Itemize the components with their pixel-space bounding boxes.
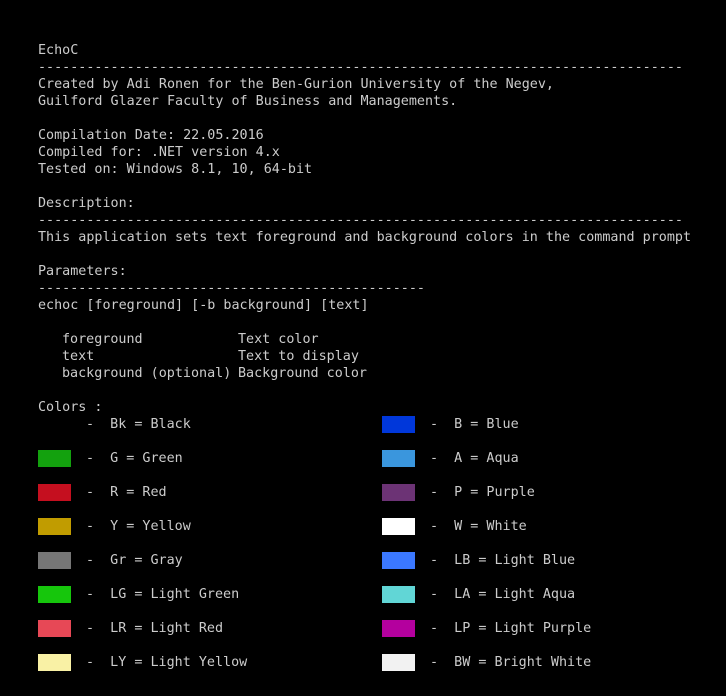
color-label: - Gr = Gray <box>86 553 183 568</box>
color-label: - A = Aqua <box>430 451 519 466</box>
param-name: foreground <box>62 332 143 347</box>
compiled-for: Compiled for: .NET version 4.x <box>38 145 280 160</box>
color-label: - LP = Light Purple <box>430 621 592 636</box>
description-text: This application sets text foreground an… <box>38 230 692 245</box>
color-swatch <box>382 654 415 671</box>
compilation-date: Compilation Date: 22.05.2016 <box>38 128 264 143</box>
param-desc: Text color <box>238 332 319 347</box>
color-swatch <box>382 416 415 433</box>
color-label: - W = White <box>430 519 527 534</box>
color-swatch <box>38 484 71 501</box>
color-swatch <box>38 518 71 535</box>
color-label: - G = Green <box>86 451 183 466</box>
param-desc: Text to display <box>238 349 359 364</box>
color-swatch <box>38 620 71 637</box>
color-label: - LA = Light Aqua <box>430 587 576 602</box>
color-swatch <box>38 586 71 603</box>
color-swatch <box>382 552 415 569</box>
color-label: - R = Red <box>86 485 167 500</box>
parameters-heading: Parameters: <box>38 264 127 279</box>
color-swatch <box>382 484 415 501</box>
tested-on: Tested on: Windows 8.1, 10, 64-bit <box>38 162 313 177</box>
usage-line: echoc [foreground] [-b background] [text… <box>38 298 369 313</box>
color-swatch <box>38 416 71 433</box>
color-label: - Y = Yellow <box>86 519 191 534</box>
color-swatch <box>382 586 415 603</box>
color-label: - Bk = Black <box>86 417 191 432</box>
param-name: text <box>62 349 95 364</box>
param-name: background (optional) <box>62 366 232 381</box>
color-label: - BW = Bright White <box>430 655 592 670</box>
param-desc: Background color <box>238 366 367 381</box>
color-label: - B = Blue <box>430 417 519 432</box>
app-name: EchoC <box>38 43 79 58</box>
color-swatch <box>382 450 415 467</box>
description-heading: Description: <box>38 196 135 211</box>
colors-heading: Colors : <box>38 400 103 415</box>
color-swatch <box>38 450 71 467</box>
description-rule: ----------------------------------------… <box>38 213 683 228</box>
header-rule: ----------------------------------------… <box>38 60 683 75</box>
color-swatch <box>382 620 415 637</box>
color-label: - LB = Light Blue <box>430 553 576 568</box>
color-label: - LY = Light Yellow <box>86 655 248 670</box>
credit-line-1: Created by Adi Ronen for the Ben-Gurion … <box>38 77 554 92</box>
color-label: - LR = Light Red <box>86 621 224 636</box>
color-swatch <box>382 518 415 535</box>
color-swatch <box>38 552 71 569</box>
color-label: - P = Purple <box>430 485 535 500</box>
color-swatch <box>38 654 71 671</box>
credit-line-2: Guilford Glazer Faculty of Business and … <box>38 94 458 109</box>
console-window: EchoC ----------------------------------… <box>0 0 726 696</box>
parameters-rule: ----------------------------------------… <box>38 281 425 296</box>
color-label: - LG = Light Green <box>86 587 240 602</box>
